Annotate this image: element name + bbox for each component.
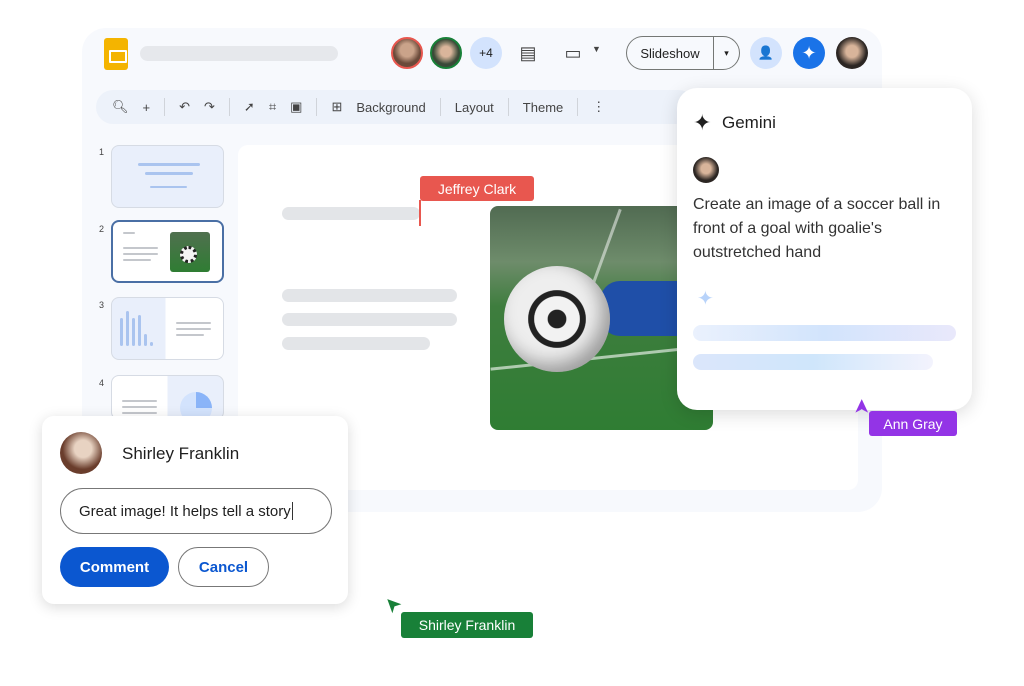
text-box-icon[interactable]: ⌗ xyxy=(269,99,276,115)
slideshow-button[interactable]: Slideshow ▾ xyxy=(626,36,740,70)
redo-icon[interactable]: ↷ xyxy=(204,99,215,115)
add-icon[interactable]: + xyxy=(143,100,151,115)
share-add-person-icon[interactable]: 👤 xyxy=(750,37,782,69)
theme-button[interactable]: Theme xyxy=(523,100,563,115)
comment-button[interactable]: Comment xyxy=(60,547,169,587)
comment-input[interactable]: Great image! It helps tell a story xyxy=(60,488,332,534)
collaborator-avatar[interactable] xyxy=(430,37,462,69)
text-placeholder xyxy=(282,289,457,302)
image-icon[interactable]: ▣ xyxy=(290,99,302,115)
shirley-franklin-cursor-label: Shirley Franklin xyxy=(401,612,533,638)
more-options-icon[interactable]: ⋮ xyxy=(592,99,605,115)
chevron-down-icon[interactable]: ▼ xyxy=(592,44,601,54)
commenter-name: Shirley Franklin xyxy=(122,444,240,463)
text-placeholder xyxy=(282,313,457,326)
background-button[interactable]: Background xyxy=(356,100,425,115)
ann-gray-cursor-label: Ann Gray xyxy=(869,411,957,436)
jeffrey-cursor-caret xyxy=(419,200,421,226)
gemini-sparkle-icon: ✦ xyxy=(693,110,712,135)
slide-thumbnail-4[interactable] xyxy=(111,375,224,420)
user-avatar xyxy=(693,157,719,183)
comment-input-value: Great image! It helps tell a story xyxy=(79,502,291,520)
layout-button[interactable]: Layout xyxy=(455,100,494,115)
gemini-prompt: Create an image of a soccer ball in fron… xyxy=(693,196,941,261)
loading-bar xyxy=(693,325,956,341)
gemini-panel: ✦ Gemini Create an image of a soccer bal… xyxy=(677,88,972,410)
slides-logo-icon xyxy=(104,38,128,70)
gemini-loading-sparkle-icon: ✦ xyxy=(697,288,714,310)
gemini-button-icon[interactable]: ✦ xyxy=(793,37,825,69)
commenter-avatar xyxy=(60,432,102,474)
title-placeholder xyxy=(282,207,420,220)
slide-number: 2 xyxy=(99,224,105,234)
jeffrey-clark-cursor-label: Jeffrey Clark xyxy=(420,176,534,201)
soccer-ball xyxy=(504,266,610,372)
slide-number: 4 xyxy=(99,378,105,388)
comment-icon[interactable]: ▤ xyxy=(517,42,539,64)
loading-bar xyxy=(693,354,933,370)
slideshow-label: Slideshow xyxy=(640,45,700,61)
video-call-icon[interactable]: ▭ xyxy=(562,42,584,64)
text-placeholder xyxy=(282,337,430,350)
collaborator-avatar[interactable] xyxy=(391,37,423,69)
slide-number: 3 xyxy=(99,300,105,310)
slide-number: 1 xyxy=(99,147,105,157)
toolbar: 🔍︎ + ↶ ↷ ➚ ⌗ ▣ ⊞ Background Layout Theme… xyxy=(96,90,696,124)
undo-icon[interactable]: ↶ xyxy=(179,99,190,115)
gemini-title: Gemini xyxy=(722,113,776,132)
slide-thumbnail-2[interactable] xyxy=(111,220,224,283)
more-collaborators-badge[interactable]: +4 xyxy=(470,37,502,69)
select-cursor-icon[interactable]: ➚ xyxy=(244,99,255,115)
slide-thumbnail-1[interactable] xyxy=(111,145,224,208)
search-icon[interactable]: 🔍︎ xyxy=(112,99,129,115)
cancel-button[interactable]: Cancel xyxy=(178,547,269,587)
slideshow-dropdown[interactable]: ▾ xyxy=(713,37,739,69)
comment-card: Shirley Franklin Great image! It helps t… xyxy=(42,416,348,604)
user-avatar[interactable] xyxy=(836,37,868,69)
slide-thumbnail-3[interactable] xyxy=(111,297,224,360)
new-comment-icon[interactable]: ⊞ xyxy=(331,99,342,115)
document-title-placeholder[interactable] xyxy=(140,46,338,61)
